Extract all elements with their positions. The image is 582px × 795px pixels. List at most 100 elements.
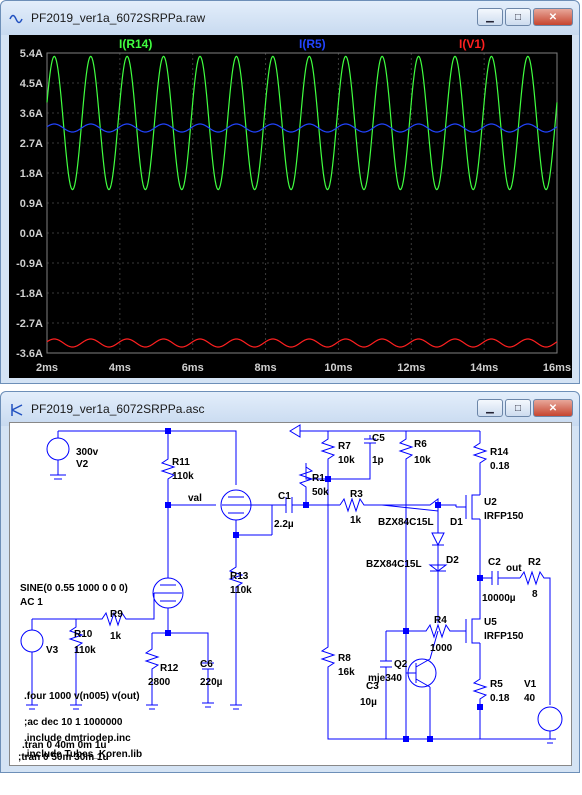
x-tick-label: 6ms — [182, 362, 204, 374]
schematic-titlebar[interactable]: PF2019_ver1a_6072SRPPa.asc ▁ □ ✕ — [1, 392, 579, 426]
val-net-label: val — [188, 493, 202, 504]
schematic-window: PF2019_ver1a_6072SRPPa.asc ▁ □ ✕ 300v V2… — [0, 391, 580, 773]
close-button[interactable]: ✕ — [533, 399, 573, 417]
c5-label: C5 — [372, 433, 385, 444]
r5-value-label: 0.18 — [490, 693, 510, 704]
ac-source-label: AC 1 — [20, 597, 43, 608]
schematic-canvas[interactable]: 300v V2 R11 110k val C1 2.2µ R1 50k R7 1… — [9, 422, 572, 766]
c2-value-label: 10000µ — [482, 593, 516, 604]
maximize-button[interactable]: □ — [505, 8, 531, 26]
r14-label: R14 — [490, 447, 509, 458]
r13-value-label: 110k — [230, 585, 252, 596]
legend-label: I(R14) — [119, 37, 152, 51]
r1-value-label: 50k — [312, 487, 329, 498]
v3-label: V3 — [46, 645, 59, 656]
r12-value-label: 2800 — [148, 677, 171, 688]
r10-value-label: 110k — [74, 645, 96, 656]
directive-four[interactable]: .four 1000 v(n005) v(out) — [24, 691, 140, 702]
v2-value-label: 300v — [76, 447, 99, 458]
v1-value-label: 40 — [524, 693, 536, 704]
c2-label: C2 — [488, 557, 501, 568]
c1-value-label: 2.2µ — [274, 519, 294, 530]
directive-tran[interactable]: .tran 0 40m 0m 1u — [22, 740, 106, 751]
x-tick-label: 8ms — [255, 362, 277, 374]
r9-value-label: 1k — [110, 631, 122, 642]
minimize-button[interactable]: ▁ — [477, 8, 503, 26]
r6-label: R6 — [414, 439, 427, 450]
y-tick-label: -0.9A — [16, 258, 43, 270]
x-tick-label: 2ms — [36, 362, 58, 374]
y-tick-label: 3.6A — [20, 108, 43, 120]
c6-label: C6 — [200, 659, 213, 670]
y-tick-label: 2.7A — [20, 138, 43, 150]
q2-label: Q2 — [394, 659, 408, 670]
v1-label: V1 — [524, 679, 537, 690]
y-tick-label: 0.9A — [20, 198, 43, 210]
schematic-window-title: PF2019_ver1a_6072SRPPa.asc — [31, 402, 205, 416]
y-tick-label: -1.8A — [16, 288, 43, 300]
series-line-ir14 — [46, 55, 558, 191]
c3-value-label: 10µ — [360, 697, 377, 708]
r13-label: R13 — [230, 571, 249, 582]
waveform-plot-pane[interactable]: 5.4A 4.5A 3.6A 2.7A 1.8A 0.9A 0.0A -0.9A -1.8A -2… — [9, 35, 572, 378]
u5-label: U5 — [484, 617, 497, 628]
d1-value-label: BZX84C15L — [378, 517, 434, 528]
close-button[interactable]: ✕ — [533, 8, 573, 26]
c5-value-label: 1p — [372, 455, 384, 466]
r8-label: R8 — [338, 653, 351, 664]
r2-value-label: 8 — [532, 589, 538, 600]
r12-label: R12 — [160, 663, 179, 674]
c6-value-label: 220µ — [200, 677, 223, 688]
legend-label: I(R5) — [299, 37, 326, 51]
r14-value-label: 0.18 — [490, 461, 510, 472]
schematic-app-icon — [11, 404, 23, 416]
maximize-button[interactable]: □ — [505, 399, 531, 417]
r11-value-label: 110k — [172, 471, 194, 482]
x-tick-label: 4ms — [109, 362, 131, 374]
r2-label: R2 — [528, 557, 541, 568]
u2-label: U2 — [484, 497, 497, 508]
waveform-app-icon — [9, 14, 23, 24]
sine-source-label: SINE(0 0.55 1000 0 0 0) — [20, 583, 128, 594]
waveform-titlebar[interactable]: PF2019_ver1a_6072SRPPa.raw ▁ □ ✕ — [1, 1, 579, 35]
minimize-button[interactable]: ▁ — [477, 399, 503, 417]
y-tick-label: 1.8A — [20, 168, 43, 180]
r3-value-label: 1k — [350, 515, 362, 526]
y-tick-label: -2.7A — [16, 318, 43, 330]
r4-value-label: 1000 — [430, 643, 453, 654]
r9-label: R9 — [110, 609, 123, 620]
y-tick-label: 5.4A — [20, 48, 43, 60]
x-tick-label: 16ms — [543, 362, 571, 374]
r3-label: R3 — [350, 489, 363, 500]
schematic-drawing-footer — [10, 765, 571, 795]
r6-value-label: 10k — [414, 455, 431, 466]
u5-value-label: IRFP150 — [484, 631, 524, 642]
waveform-window-title: PF2019_ver1a_6072SRPPa.raw — [31, 11, 206, 25]
x-tick-label: 14ms — [470, 362, 498, 374]
legend-label: I(V1) — [459, 37, 485, 51]
out-net-label: out — [506, 563, 522, 574]
d2-label: D2 — [446, 555, 459, 566]
c1-label: C1 — [278, 491, 291, 502]
r1-label: R1 — [312, 473, 325, 484]
y-tick-label: 4.5A — [20, 78, 43, 90]
directive-tran-alt[interactable]: ;tran 0 50m 30m 1u — [18, 752, 109, 763]
c3-label: C3 — [366, 681, 379, 692]
y-tick-label: 0.0A — [20, 228, 43, 240]
r7-value-label: 10k — [338, 455, 355, 466]
r8-value-label: 16k — [338, 667, 355, 678]
r11-label: R11 — [172, 457, 190, 468]
waveform-window: PF2019_ver1a_6072SRPPa.raw ▁ □ ✕ 5.4A 4.5… — [0, 0, 580, 384]
r10-label: R10 — [74, 629, 93, 640]
r5-label: R5 — [490, 679, 503, 690]
waveform-chart: 5.4A 4.5A 3.6A 2.7A 1.8A 0.9A 0.0A -0.9A -1.8A -2… — [16, 37, 571, 374]
d2-value-label: BZX84C15L — [366, 559, 422, 570]
r7-label: R7 — [338, 441, 351, 452]
directive-ac[interactable]: ;ac dec 10 1 1000000 — [24, 717, 123, 728]
schematic-drawing: 300v V2 R11 110k val C1 2.2µ R1 50k R7 1… — [20, 424, 563, 760]
series-line-iv1 — [46, 338, 558, 348]
y-tick-label: -3.6A — [16, 348, 43, 360]
u2-value-label: IRFP150 — [484, 511, 524, 522]
v2-label: V2 — [76, 459, 89, 470]
series-line-ir5 — [46, 123, 558, 133]
